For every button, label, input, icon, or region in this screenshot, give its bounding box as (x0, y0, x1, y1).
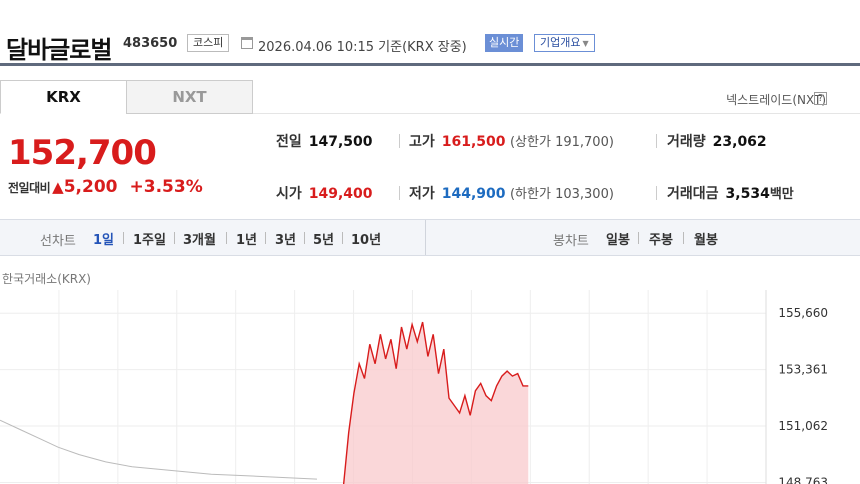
period-divider (425, 220, 426, 255)
lower-limit: (하한가 103,300) (510, 187, 614, 202)
period-weekly[interactable]: 주봉 (649, 229, 673, 248)
nxt-link[interactable]: 넥스트레이드(NXT) (726, 91, 826, 108)
trade-value-label: 거래대금 (667, 186, 719, 202)
tab-krx[interactable]: KRX (0, 80, 127, 114)
trade-value-value: 3,534 (725, 186, 770, 202)
divider (304, 232, 305, 244)
divider (399, 186, 400, 200)
up-triangle-icon: ▲ (52, 178, 64, 196)
divider (638, 232, 639, 244)
low-value: 144,900 (441, 186, 506, 202)
y-tick-label: 151,062 (778, 419, 828, 433)
divider (683, 232, 684, 244)
change-value: 5,200 (63, 177, 118, 197)
tab-nxt[interactable]: NXT (126, 80, 253, 114)
divider (226, 232, 227, 244)
chevron-down-icon: ▼ (582, 39, 589, 48)
price-chart: 155,660 153,361 151,062 148,763 (0, 290, 828, 484)
stock-code: 483650 (123, 36, 178, 51)
trade-value-unit: 백만 (769, 187, 794, 202)
upper-limit: (상한가 191,700) (510, 135, 614, 150)
price-change: 전일대비 ▲5,200 +3.53% (8, 177, 203, 197)
period-daily[interactable]: 일봉 (606, 229, 630, 248)
divider (656, 134, 657, 148)
change-label: 전일대비 (8, 181, 51, 195)
period-selector: 선차트 1일 1주일 3개월 1년 3년 5년 10년 봉차트 일봉 주봉 월봉 (0, 219, 860, 256)
company-info-button[interactable]: 기업개요 ▼ (534, 34, 595, 52)
low-label: 저가 (409, 186, 435, 202)
candle-chart-title: 봉차트 (553, 234, 589, 249)
company-info-label: 기업개요 (540, 36, 581, 49)
lower-limit-value: 103,300 (555, 187, 609, 202)
base-date: 2026.04.06 10:15 기준(KRX 장중) (258, 40, 467, 55)
volume-value: 23,062 (712, 134, 767, 150)
stat-high: 고가 161,500 (상한가 191,700) (409, 131, 614, 151)
period-1d[interactable]: 1일 (93, 229, 114, 248)
period-1w[interactable]: 1주일 (133, 229, 166, 248)
upper-limit-label: (상한가 (509, 135, 551, 150)
price-line-previous (0, 419, 318, 480)
divider (123, 232, 124, 244)
period-monthly[interactable]: 월봉 (694, 229, 718, 248)
high-value: 161,500 (441, 134, 506, 150)
stat-volume: 거래량 23,062 (667, 131, 767, 151)
stat-open: 시가 149,400 (276, 183, 373, 203)
period-5y[interactable]: 5년 (313, 229, 334, 248)
stat-trade-value: 거래대금 3,534백만 (667, 183, 794, 203)
period-3y[interactable]: 3년 (275, 229, 296, 248)
divider (399, 134, 400, 148)
open-value: 149,400 (308, 186, 373, 202)
lower-limit-label: (하한가 (509, 187, 551, 202)
market-tabs: KRX NXT (0, 80, 253, 114)
y-tick-label: 155,660 (778, 306, 828, 320)
period-3m[interactable]: 3개월 (183, 229, 216, 248)
prev-close-label: 전일 (276, 134, 302, 150)
help-icon[interactable]: ? (814, 92, 827, 105)
period-1y[interactable]: 1년 (236, 229, 257, 248)
divider (265, 232, 266, 244)
volume-label: 거래량 (667, 134, 706, 150)
divider (342, 232, 343, 244)
divider (656, 186, 657, 200)
upper-limit-value: 191,700 (555, 135, 609, 150)
high-label: 고가 (409, 134, 435, 150)
stock-header: 달바글로벌 483650 코스피 2026.04.06 10:15 기준(KRX… (0, 0, 860, 66)
current-price: 152,700 (8, 133, 157, 173)
upper-limit-close: ) (608, 135, 614, 150)
line-chart-title: 선차트 (40, 234, 76, 249)
prev-close-value: 147,500 (308, 134, 373, 150)
period-10y[interactable]: 10년 (351, 229, 381, 248)
y-tick-label: 148,763 (778, 475, 828, 484)
open-label: 시가 (276, 186, 302, 202)
y-tick-label: 153,361 (778, 363, 828, 377)
realtime-badge: 실시간 (485, 34, 524, 52)
stat-low: 저가 144,900 (하한가 103,300) (409, 183, 614, 203)
lower-limit-close: ) (608, 187, 614, 202)
chart-source: 한국거래소(KRX) (2, 272, 91, 286)
calendar-icon (241, 37, 253, 49)
price-area-fill (343, 322, 529, 484)
stock-name: 달바글로벌 (6, 36, 112, 64)
divider (174, 232, 175, 244)
stat-prev-close: 전일 147,500 (276, 131, 373, 151)
market-badge: 코스피 (187, 34, 230, 52)
change-percent: +3.53% (129, 177, 203, 197)
tabs-divider (253, 113, 860, 114)
